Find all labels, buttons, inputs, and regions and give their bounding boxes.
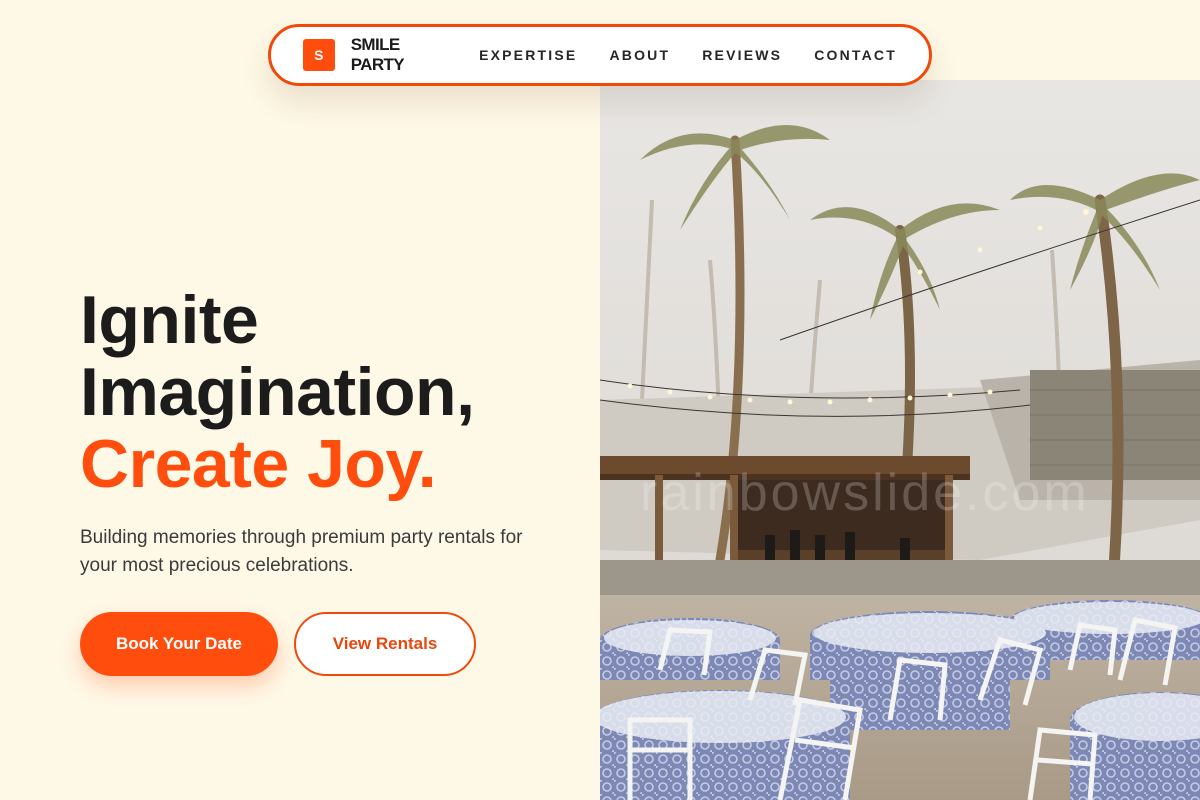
brand-name: SMILE PARTY — [350, 35, 405, 74]
image-watermark: rainbowslide.com — [640, 464, 1090, 522]
nav-links: EXPERTISE ABOUT REVIEWS CONTACT — [479, 47, 897, 63]
headline-line-1: Ignite — [80, 282, 259, 358]
nav-link-reviews[interactable]: REVIEWS — [702, 47, 782, 63]
hero-headline: Ignite Imagination, Create Joy. — [80, 284, 600, 500]
nav-link-contact[interactable]: CONTACT — [814, 47, 897, 63]
view-rentals-button[interactable]: View Rentals — [294, 612, 476, 676]
headline-line-2: Imagination, — [80, 354, 475, 430]
brand-logo-icon: S — [303, 39, 335, 71]
nav-link-about[interactable]: ABOUT — [609, 47, 670, 63]
top-navbar: S SMILE PARTY EXPERTISE ABOUT REVIEWS CO… — [268, 24, 932, 86]
hero-image: rainbowslide.com — [600, 80, 1200, 800]
headline-line-3: Create Joy. — [80, 426, 437, 502]
book-your-date-button[interactable]: Book Your Date — [80, 612, 278, 676]
landing-page: rainbowslide.com S SMILE PARTY EXPERTISE… — [0, 0, 1200, 800]
nav-link-expertise[interactable]: EXPERTISE — [479, 47, 577, 63]
hero-subtext: Building memories through premium party … — [80, 527, 523, 576]
brand-logo-link[interactable]: S SMILE PARTY — [303, 35, 447, 75]
